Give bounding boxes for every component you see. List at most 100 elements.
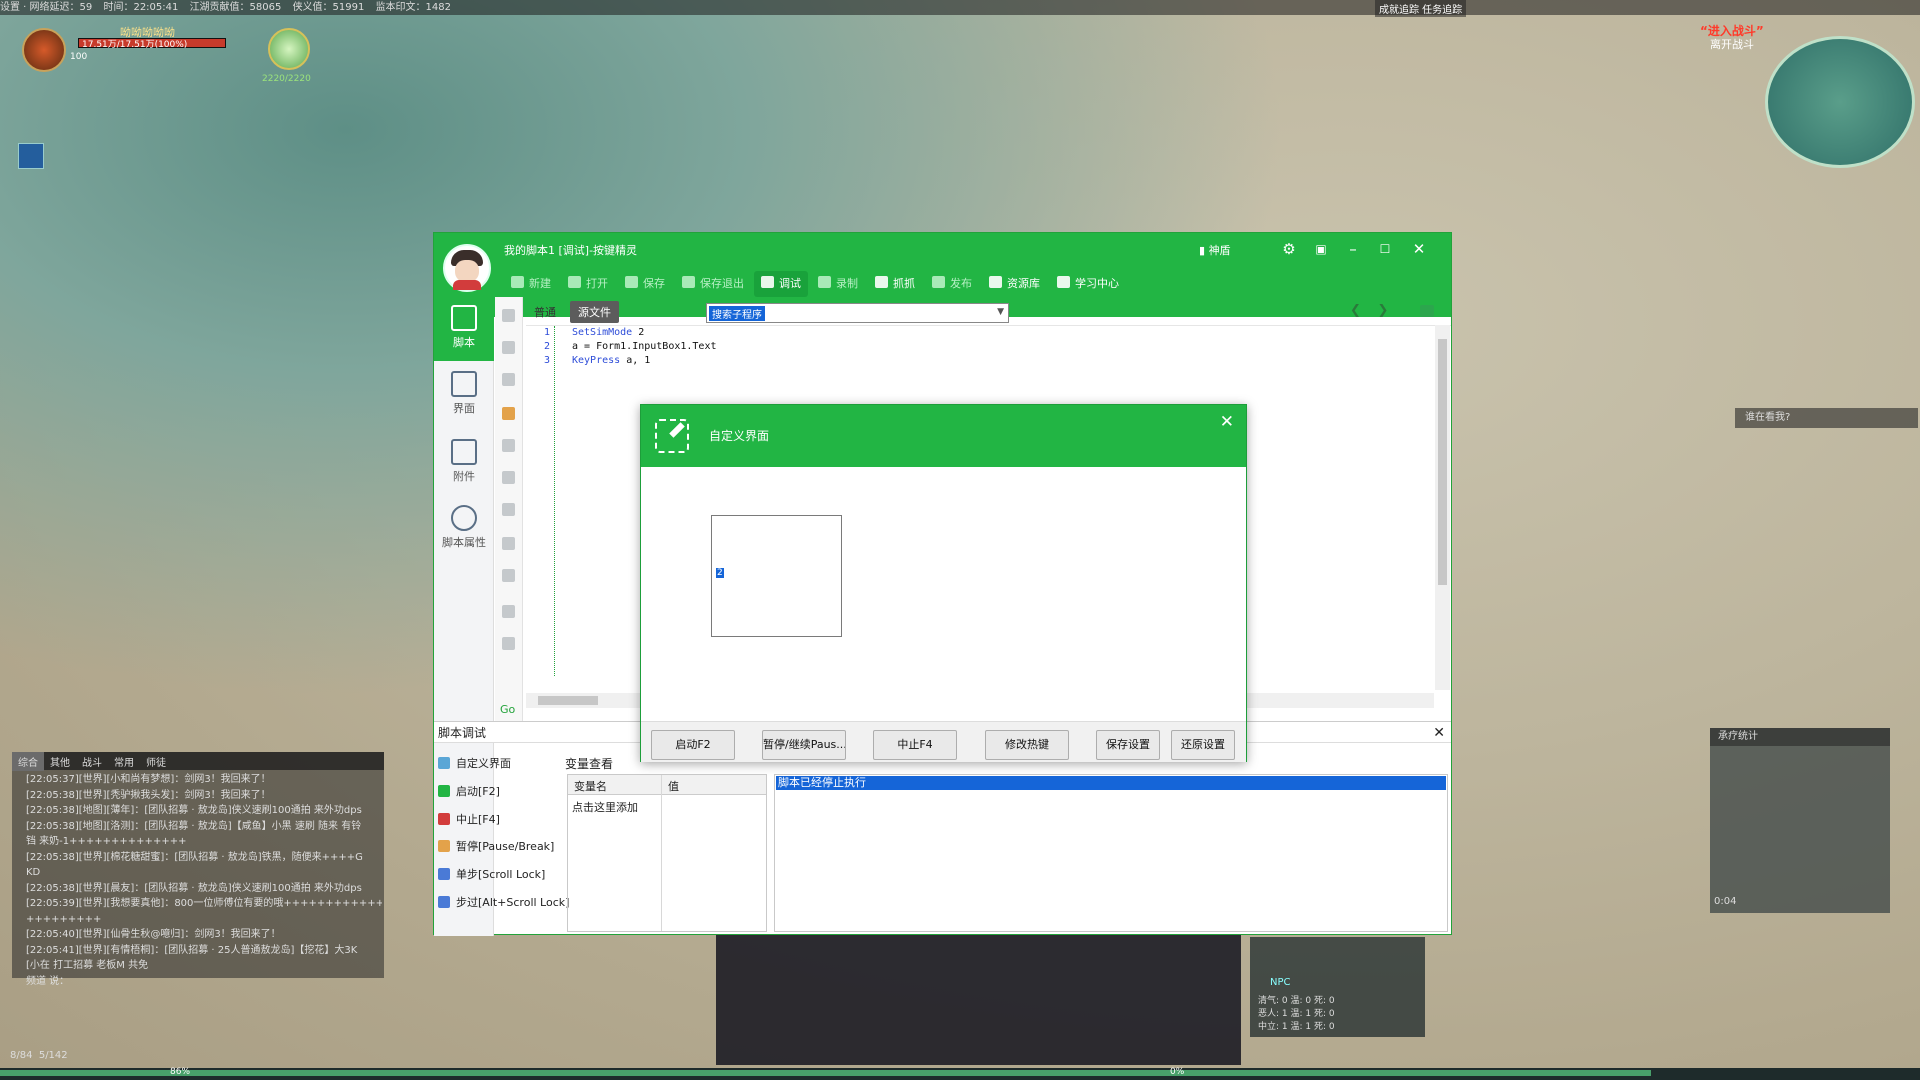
hud-settings-latency[interactable]: 设置 · 网络延迟：59 bbox=[0, 2, 92, 13]
debug-start-item[interactable]: 启动[F2] bbox=[438, 781, 500, 803]
chat-line[interactable]: [22:05:38][世界][棉花糖甜蜜]：[团队招募 · 敖龙岛]铁黑，随便来… bbox=[26, 850, 382, 866]
user-avatar-icon[interactable] bbox=[443, 244, 491, 292]
nav-label: 脚本 bbox=[453, 336, 475, 349]
toolbar-button[interactable]: 调试 bbox=[754, 271, 808, 297]
nav-script-properties[interactable]: 脚本属性 bbox=[434, 497, 494, 561]
toolbar-button[interactable]: 新建 bbox=[504, 271, 558, 297]
toolbar-button[interactable]: 抓抓 bbox=[868, 271, 922, 297]
chat-line[interactable]: [22:05:40][世界][仙骨生秋@噫归]：剑网3！我回来了！ bbox=[26, 927, 382, 943]
code-line[interactable]: KeyPress a, 1 bbox=[572, 354, 717, 368]
close-button[interactable]: ✕ bbox=[1404, 237, 1434, 261]
chat-tab[interactable]: 其他 bbox=[44, 752, 76, 771]
experience-percent: 86% bbox=[170, 1067, 191, 1077]
cut-icon[interactable] bbox=[502, 439, 515, 452]
stamina-text: 2220/2220 bbox=[262, 74, 311, 84]
uncomment-icon[interactable] bbox=[502, 569, 515, 582]
hand-icon[interactable] bbox=[502, 407, 515, 420]
close-icon[interactable]: ✕ bbox=[1433, 722, 1445, 744]
heal-stats-panel: 承疗统计 0:04 bbox=[1710, 728, 1890, 913]
chat-line[interactable]: [22:05:38][世界][晨友]：[团队招募 · 敖龙岛]侠义速刷100通拍… bbox=[26, 881, 382, 897]
undo-icon[interactable] bbox=[502, 605, 515, 618]
minimize-button[interactable]: – bbox=[1338, 237, 1368, 261]
start-button[interactable]: 启动F2 bbox=[651, 730, 735, 760]
code-line[interactable]: SetSimMode 2 bbox=[572, 326, 717, 340]
paste-icon[interactable] bbox=[502, 503, 515, 516]
redo-icon[interactable] bbox=[502, 637, 515, 650]
move-up-icon[interactable] bbox=[502, 309, 515, 322]
restore-settings-button[interactable]: 还原设置 bbox=[1171, 730, 1235, 760]
restore-icon[interactable]: ▣ bbox=[1306, 237, 1336, 261]
go-button[interactable]: Go bbox=[500, 703, 515, 716]
chat-tab[interactable]: 综合 bbox=[12, 752, 44, 771]
maximize-button[interactable]: ☐ bbox=[1370, 237, 1400, 261]
debug-custom-interface-item[interactable]: 自定义界面 bbox=[438, 753, 511, 775]
chat-line[interactable]: [22:05:37][世界][小和尚有梦想]：剑网3！我回来了！ bbox=[26, 772, 382, 788]
chat-line[interactable]: [22:05:38][世界][秃驴揪我头发]：剑网3！我回来了！ bbox=[26, 788, 382, 804]
toolbar-button[interactable]: 录制 bbox=[811, 271, 865, 297]
forward-arrow-icon[interactable]: ❯ bbox=[1377, 303, 1388, 318]
input-box[interactable]: 2 bbox=[711, 515, 842, 637]
toolbar-button[interactable]: 发布 bbox=[925, 271, 979, 297]
tracking-links[interactable]: 成就追踪 任务追踪 bbox=[1375, 0, 1467, 17]
chat-line[interactable]: [22:05:38][地图][薄年]：[团队招募 · 敖龙岛]侠义速刷100通拍… bbox=[26, 803, 382, 819]
shield-button[interactable]: ▮ 神盾 bbox=[1199, 242, 1231, 258]
add-variable-row[interactable]: 点击这里添加 bbox=[572, 799, 638, 815]
chat-line[interactable]: [22:05:39][世界][我想要真他]：800一位师傅位有要的哦++++++… bbox=[26, 896, 382, 912]
vertical-scrollbar[interactable] bbox=[1435, 325, 1450, 690]
close-icon[interactable]: ✕ bbox=[1220, 412, 1234, 432]
debug-step-item[interactable]: 单步[Scroll Lock] bbox=[438, 864, 545, 886]
log-line-selected[interactable]: 脚本已经停止执行 bbox=[776, 776, 1446, 790]
chat-line[interactable]: 频道 说： bbox=[26, 974, 382, 990]
tab-source[interactable]: 源文件 bbox=[570, 301, 619, 323]
chat-line[interactable]: 铛 来奶-1++++++++++++++ bbox=[26, 834, 382, 850]
code-text[interactable]: SetSimMode 2a = Form1.InputBox1.Text KeyP… bbox=[572, 326, 717, 368]
chat-tab[interactable]: 师徒 bbox=[140, 752, 172, 771]
nav-script[interactable]: 脚本 bbox=[434, 297, 494, 361]
heal-stats-title[interactable]: 承疗统计 bbox=[1710, 728, 1890, 746]
subroutine-search-select[interactable]: 搜索子程序 ▼ bbox=[706, 303, 1009, 323]
toolbar-button[interactable]: 资源库 bbox=[982, 271, 1047, 297]
comment-icon[interactable] bbox=[502, 537, 515, 550]
debug-step-over-item[interactable]: 步过[Alt+Scroll Lock] bbox=[438, 892, 569, 914]
code-line[interactable]: a = Form1.InputBox1.Text bbox=[572, 340, 717, 354]
buff-icon[interactable] bbox=[18, 143, 44, 169]
delete-icon[interactable] bbox=[502, 373, 515, 386]
back-arrow-icon[interactable]: ❮ bbox=[1350, 303, 1361, 318]
var-col-name: 变量名 bbox=[574, 780, 607, 793]
tab-normal[interactable]: 普通 bbox=[526, 301, 564, 323]
watch-panel[interactable]: 谁在看我? bbox=[1735, 408, 1918, 428]
chat-line[interactable]: +++++++++ bbox=[26, 912, 382, 928]
code-keyword: KeyPress bbox=[572, 355, 621, 366]
toolbar-label: 调试 bbox=[779, 277, 801, 290]
chat-line[interactable]: [22:05:38][地图][洛测]：[团队招募 · 敖龙岛]【咸鱼】小黑 速刷… bbox=[26, 819, 382, 835]
layout-icon[interactable] bbox=[1420, 305, 1434, 317]
move-down-icon[interactable] bbox=[502, 341, 515, 354]
chat-line[interactable]: [小在 打工招募 老板M 共免 bbox=[26, 958, 382, 974]
toolbar-button[interactable]: 学习中心 bbox=[1050, 271, 1126, 297]
pause-resume-button[interactable]: 暂停/继续Paus... bbox=[762, 730, 846, 760]
toolbar-button[interactable]: 保存 bbox=[618, 271, 672, 297]
dialog-title: 自定义界面 bbox=[709, 429, 770, 443]
save-settings-button[interactable]: 保存设置 bbox=[1096, 730, 1160, 760]
nav-interface[interactable]: 界面 bbox=[434, 363, 494, 427]
nav-attachment[interactable]: 附件 bbox=[434, 431, 494, 495]
toolbar-button[interactable]: 打开 bbox=[561, 271, 615, 297]
gear-icon[interactable]: ⚙ bbox=[1274, 237, 1304, 261]
chat-line[interactable]: KD bbox=[26, 865, 382, 881]
stop-button[interactable]: 中止F4 bbox=[873, 730, 957, 760]
debug-pause-item[interactable]: 暂停[Pause/Break] bbox=[438, 836, 554, 858]
toolbar-button[interactable]: 保存退出 bbox=[675, 271, 751, 297]
chat-tab[interactable]: 战斗 bbox=[76, 752, 108, 771]
debug-stop-item[interactable]: 中止[F4] bbox=[438, 809, 500, 831]
toolbar-icon bbox=[568, 276, 581, 288]
copy-icon[interactable] bbox=[502, 471, 515, 484]
npc-tab[interactable]: NPC bbox=[1270, 977, 1291, 988]
shield-label: 神盾 bbox=[1208, 244, 1231, 257]
skill-bar[interactable] bbox=[716, 935, 1241, 1065]
edit-hotkey-button[interactable]: 修改热键 bbox=[985, 730, 1069, 760]
chat-line[interactable]: [22:05:41][世界][有情梧桐]：[团队招募 · 25人普通敖龙岛]【挖… bbox=[26, 943, 382, 959]
minimap[interactable] bbox=[1765, 36, 1915, 168]
chat-tab[interactable]: 常用 bbox=[108, 752, 140, 771]
chevron-down-icon[interactable]: ▼ bbox=[997, 307, 1004, 317]
player-avatar[interactable] bbox=[22, 28, 66, 72]
